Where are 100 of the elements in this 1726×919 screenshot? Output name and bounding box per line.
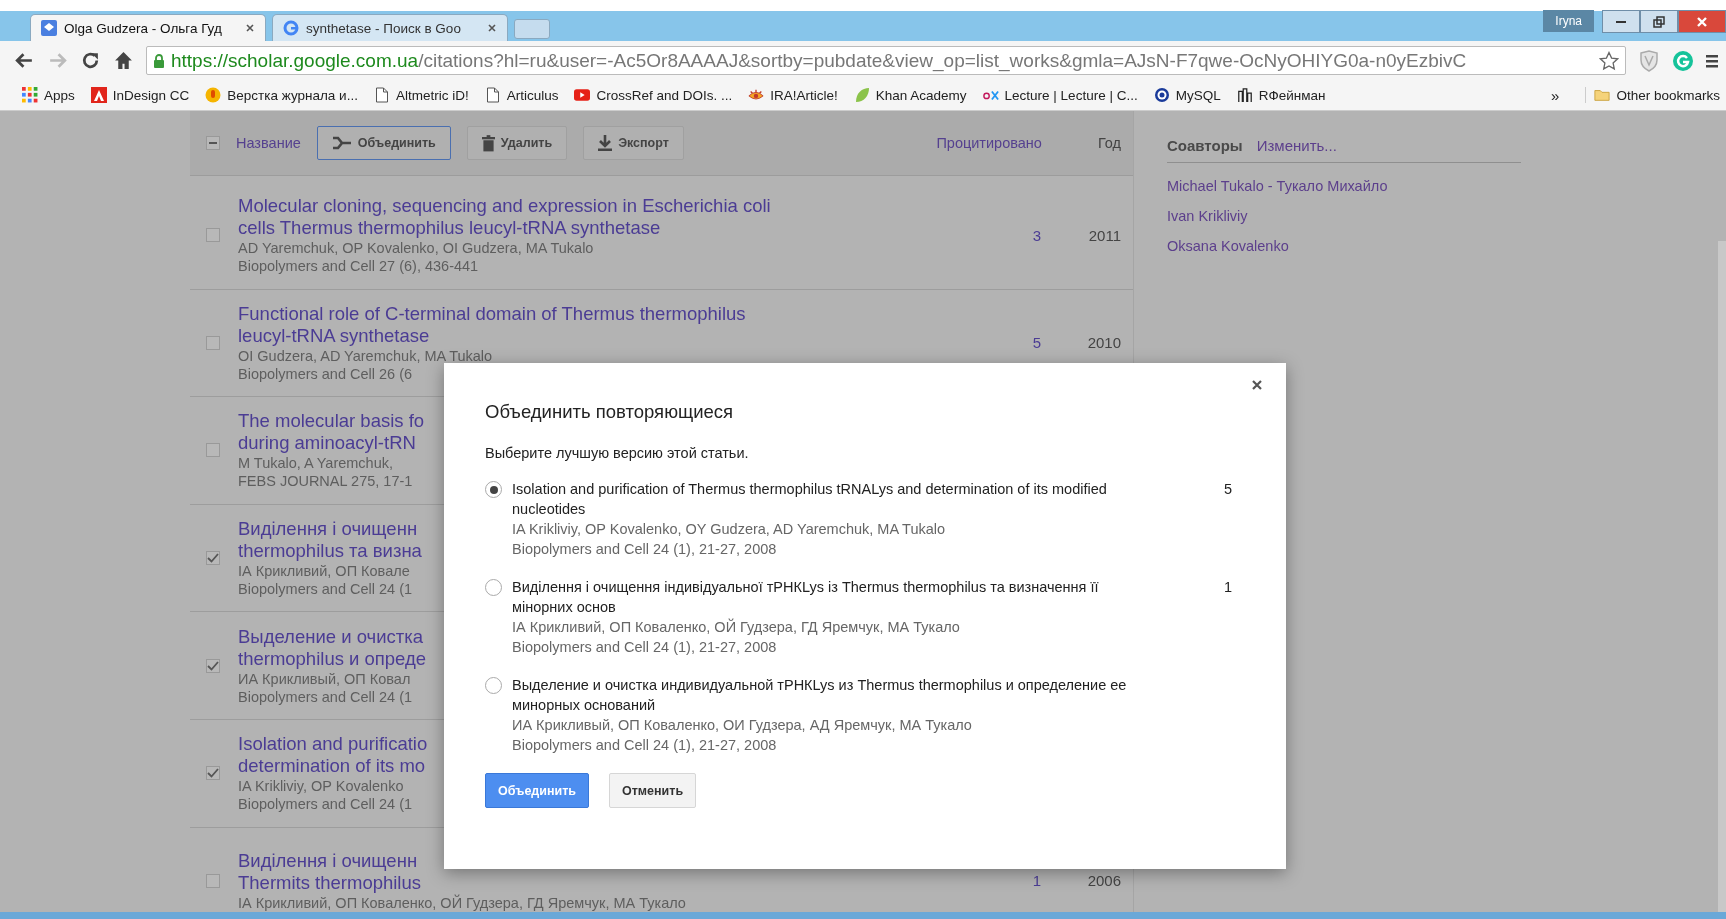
version-title: Isolation and purification of Thermus thermophilus tRNALys and determination of its modified nucleotides [512,480,1108,519]
version-citation-count: 5 [1222,480,1232,499]
download-icon [598,135,613,151]
coauthors-heading: Соавторы [1167,137,1243,154]
target-icon [1153,87,1170,103]
bookmark-item[interactable]: InDesign CC [90,87,190,103]
scholar-favicon-icon [41,20,57,36]
coauthor-link[interactable]: Ivan Krikliviy [1167,201,1248,231]
article-authors: AD Yaremchuk, OP Kovalenko, OI Gudzera, MA Tukalo [238,239,594,258]
toolbar-button[interactable]: Объединить [316,126,451,160]
adobe-logo-icon [90,87,107,103]
eye-icon [748,87,765,103]
article-title-link[interactable]: Isolation and purificatio determination of its mo [238,733,428,778]
address-field[interactable]: https://scholar.google.com.ua/citations?hl=ru&user=-Ac5Or8AAAAJ&sortby=pubdate&view_op=list_works&gmla=AJsN-F7qwe-OcNyOHIYG0a-n0yEzbivC [146,46,1626,75]
row-checkbox[interactable] [206,335,220,350]
minimize-button[interactable] [1602,10,1640,33]
bookmark-item[interactable]: Lecture | Lecture | C... [982,87,1138,103]
version-authors: IA Krikliviy, OP Kovalenko, OY Gudzera, AD Yaremchuk, MA Tukalo [512,520,946,539]
toolbar-button[interactable]: Экспорт [583,126,684,160]
merge-button[interactable]: Объединить [485,773,589,808]
close-icon [1696,15,1708,28]
browser-tab[interactable]: Olga Gudzera - Ольга Гуд [30,14,266,41]
year-column-header[interactable]: Год [1097,135,1121,151]
bookmark-item[interactable]: CrossRef and DOIs. ... [574,87,733,103]
cited-by-column-header[interactable]: Процитировано [936,135,1042,151]
restore-button[interactable] [1640,10,1678,33]
bookmark-item[interactable]: Верстка журнала и... [205,87,358,103]
bookmark-item[interactable]: Apps [22,87,75,103]
bookmark-item[interactable]: Altmetric iD! [373,87,469,103]
article-venue: FEBS JOURNAL 275, 17-1 [238,472,413,491]
article-authors: M Tukalo, A Yaremchuk, [238,454,393,473]
version-venue: Biopolymers and Cell 24 (1), 21-27, 2008 [512,736,777,755]
trash-icon [481,134,495,152]
folder-icon [1594,87,1611,103]
version-title: Выделение и очистка индивидуальной тРНКLys из Thermus thermophilus и определение ее минорных оснований [512,676,1128,715]
citation-count-link[interactable]: 5 [1001,334,1041,352]
leaf-icon [853,87,870,103]
close-icon[interactable] [245,23,255,33]
dialog-instruction: Выберите лучшую версию этой статьи. [485,445,750,461]
article-venue: Biopolymers and Cell 24 (1 [238,580,413,599]
bookmark-item[interactable]: Khan Academy [853,87,967,103]
close-icon[interactable] [1251,379,1263,391]
google-favicon-icon [283,20,299,36]
version-citation-count: 1 [1222,578,1232,597]
bookmark-item[interactable]: MySQL [1153,87,1221,103]
row-checkbox[interactable] [206,873,220,888]
coauthor-link[interactable]: Oksana Kovalenko [1167,231,1289,261]
profile-name[interactable]: Iryna [1543,10,1594,32]
bookmark-item[interactable]: RФейнман [1236,87,1326,103]
dialog-title: Объединить повторяющиеся [485,401,735,423]
back-icon[interactable] [14,50,35,71]
toolbar-button[interactable]: Удалить [466,126,568,160]
grammarly-icon[interactable] [1672,49,1694,72]
year-cell-text: 2011 [1087,226,1121,244]
citation-count-link[interactable]: 1 [1001,872,1041,890]
article-authors: ІА Крикливий, ОП Ковале [238,562,410,581]
article-title-link[interactable]: Виділення і очищенн Thermits thermophilus [238,849,421,894]
lock-icon [153,53,165,68]
version-venue: Biopolymers and Cell 24 (1), 21-27, 2008 [512,540,777,559]
article-title-link[interactable]: Выделение и очистка thermophilus и опреде [238,625,427,670]
article-title-link[interactable]: Виділення і очищенн thermophilus та визна [238,518,422,563]
version-title: Виділення і очищення індивідуальної тРНКLys із Thermus thermophilus та визначення її мінорних основ [512,578,1100,617]
article-venue: Biopolymers and Cell 24 (1 [238,795,413,814]
year-cell-text: 2010 [1086,334,1121,352]
article-venue: Biopolymers and Cell 27 (6), 436-441 [238,257,479,276]
merge-icon [331,136,352,150]
coauthor-link[interactable]: Michael Tukalo - Тукало Михайло [1167,171,1388,201]
article-authors: OI Gudzera, AD Yaremchuk, MA Tukalo [238,346,493,365]
circle-icon [205,87,222,103]
building-icon [1236,87,1253,103]
row-checkbox[interactable] [206,551,220,566]
window-close-button[interactable] [1678,10,1726,33]
row-checkbox[interactable] [206,658,220,673]
title-sort-link[interactable]: Название [236,135,301,151]
reload-icon[interactable] [80,50,101,71]
bookmark-folder[interactable]: Other bookmarks [1585,87,1720,103]
scrollbar[interactable] [1718,241,1726,912]
browser-tab[interactable]: synthetase - Поиск в Goo [272,14,508,41]
star-icon[interactable] [1599,50,1619,71]
version-authors: ИА Крикливый, ОП Коваленко, ОИ Гудзера, АД Яремчук, МА Тукало [512,716,972,735]
version-authors: ІА Крикливий, ОП Коваленко, ОЙ Гудзера, ГД Яремчук, МА Тукало [512,617,960,637]
home-icon[interactable] [113,50,134,71]
article-title-link[interactable]: Functional role of C-terminal domain of Thermus thermophilus leucyl-tRNA synthetase [238,302,746,347]
close-icon[interactable] [487,23,497,33]
select-all-checkbox[interactable] [206,136,220,150]
row-checkbox[interactable] [206,766,220,781]
row-checkbox[interactable] [206,443,220,458]
restore-icon [1653,15,1665,28]
bookmark-item[interactable]: Articulus [484,87,559,103]
bookmarks-overflow-button[interactable]: » [1551,86,1560,104]
minimize-icon [1616,20,1626,23]
article-authors: ІА Крикливий, ОП Коваленко, ОЙ Гудзера, ГД Яремчук, МА Тукало [238,893,686,912]
edit-link[interactable]: Изменить... [1256,137,1337,154]
article-title-link[interactable]: Molecular cloning, sequencing and expression in Escherichia coli cells Thermus thermophilus leucyl-tRNA synthetase [238,195,771,240]
article-title-link[interactable]: The molecular basis fo during aminoacyl-tRN [238,410,425,455]
shield-icon[interactable] [1638,49,1660,72]
row-checkbox[interactable] [206,228,220,243]
bookmark-item[interactable]: IRA!Article! [748,87,838,103]
citation-count-link[interactable]: 3 [1001,226,1041,244]
cancel-button[interactable]: Отменить [609,773,697,808]
